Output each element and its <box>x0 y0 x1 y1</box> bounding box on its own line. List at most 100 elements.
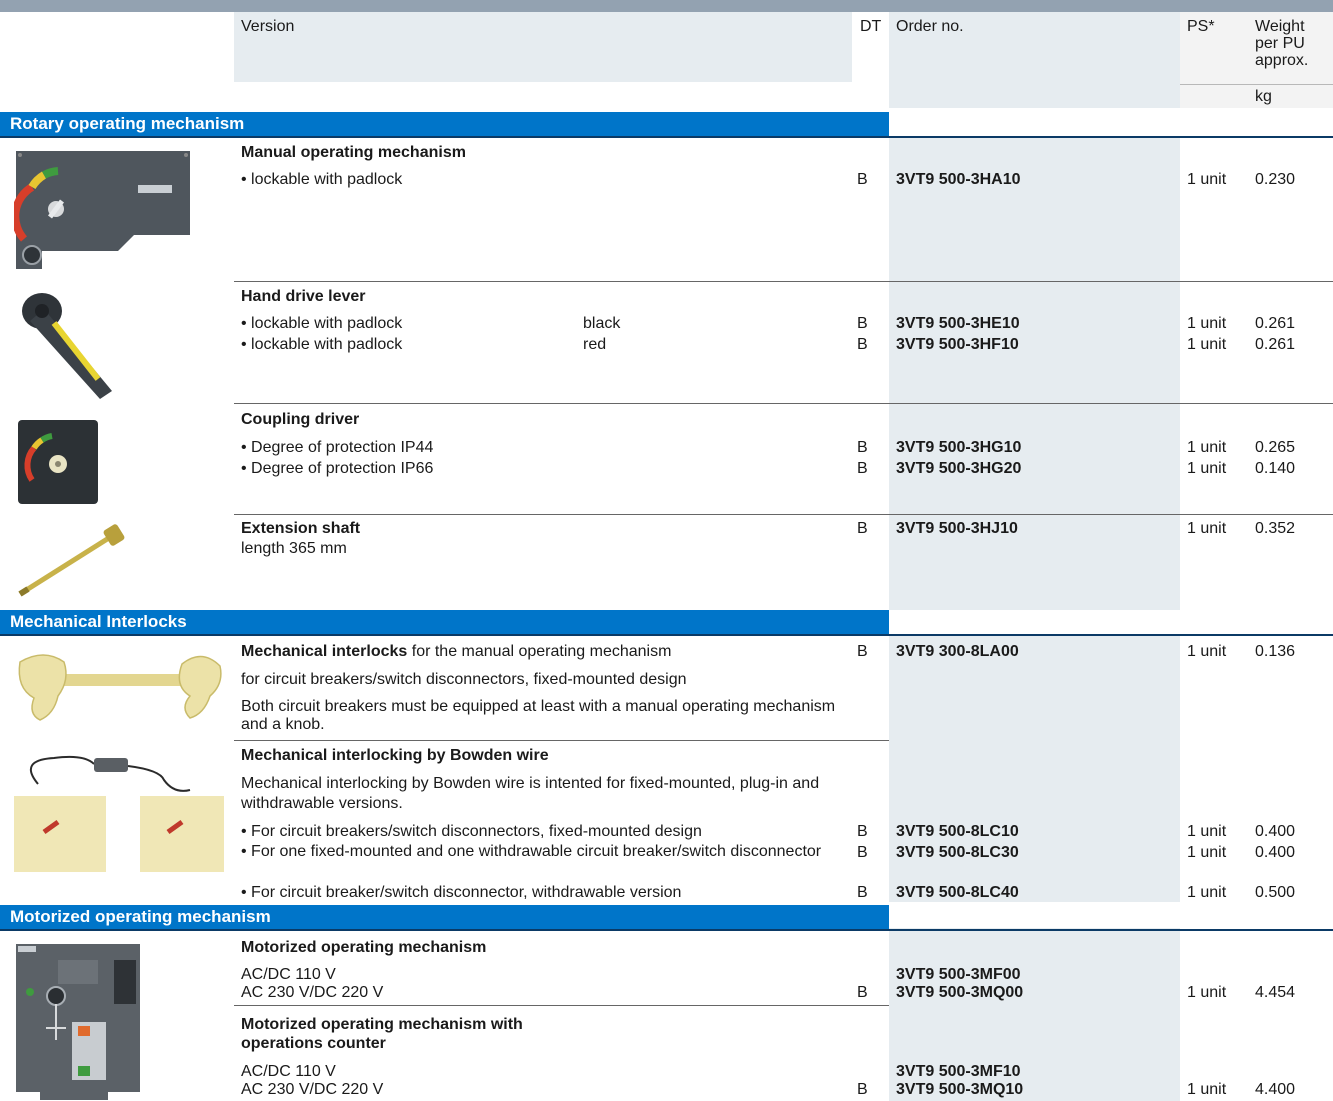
row-divider <box>234 403 1333 404</box>
row-divider <box>234 740 889 741</box>
packaging-size: 1 unit <box>1187 520 1227 537</box>
order-number: 3VT9 500-3HG10 <box>896 439 1022 456</box>
hand-drive-lever-image <box>22 293 112 399</box>
column-header-order-no: Order no. <box>896 18 964 35</box>
product-title: Mechanical interlocks <box>241 643 408 660</box>
product-desc: • For circuit breaker/switch disconnecto… <box>241 884 682 901</box>
manual-operating-mechanism-image <box>14 151 190 269</box>
packaging-size: 1 unit <box>1187 884 1227 901</box>
extension-shaft-image <box>18 524 125 597</box>
product-desc: • Degree of protection IP66 <box>241 460 434 477</box>
order-number: 3VT9 500-8LC10 <box>896 823 1019 840</box>
weight: 0.400 <box>1255 844 1296 861</box>
weight: 0.140 <box>1255 460 1296 477</box>
packaging-size: 1 unit <box>1187 460 1227 477</box>
product-desc: • lockable with padlock <box>241 171 403 188</box>
product-note: Both circuit breakers must be equipped a… <box>241 698 836 733</box>
packaging-size: 1 unit <box>1187 643 1227 660</box>
column-header-weight-1: Weight <box>1255 18 1305 35</box>
product-dt: B <box>857 1081 868 1098</box>
product-title: Hand drive lever <box>241 288 366 305</box>
product-dt: B <box>857 460 868 477</box>
product-dt: B <box>857 439 868 456</box>
order-number: 3VT9 500-8LC40 <box>896 884 1019 901</box>
weight: 0.400 <box>1255 823 1296 840</box>
weight: 0.500 <box>1255 884 1296 901</box>
row-divider <box>234 281 1333 282</box>
product-dt: B <box>857 844 868 861</box>
section-divider <box>0 929 1333 931</box>
order-number: 3VT9 500-3HJ10 <box>896 520 1018 537</box>
weight: 0.261 <box>1255 315 1296 332</box>
product-desc: AC 230 V/DC 220 V <box>241 984 384 1001</box>
order-number: 3VT9 500-3HF10 <box>896 336 1019 353</box>
weight: 0.352 <box>1255 520 1296 537</box>
column-header-version: Version <box>241 18 295 35</box>
order-number: 3VT9 500-8LC30 <box>896 844 1019 861</box>
weight: 4.454 <box>1255 984 1296 1001</box>
product-title: Motorized operating mechanism with opera… <box>241 1016 523 1052</box>
column-header-weight-unit: kg <box>1255 88 1272 105</box>
product-title: Mechanical interlocking by Bowden wire <box>241 747 549 764</box>
product-title: Motorized operating mechanism <box>241 939 487 956</box>
product-dt: B <box>857 315 868 332</box>
section-divider <box>0 634 1333 636</box>
product-desc: • For one fixed-mounted and one withdraw… <box>241 843 822 860</box>
packaging-size: 1 unit <box>1187 336 1227 353</box>
product-desc: AC/DC 110 V <box>241 966 336 983</box>
product-dt: B <box>857 643 868 660</box>
section-header-motorized: Motorized operating mechanism <box>0 905 889 929</box>
packaging-size: 1 unit <box>1187 844 1227 861</box>
product-title-line: Mechanical interlocks for the manual ope… <box>241 642 671 662</box>
product-title: Extension shaft <box>241 520 361 537</box>
packaging-size: 1 unit <box>1187 823 1227 840</box>
bowden-wire-image <box>14 755 224 872</box>
packaging-size: 1 unit <box>1187 1081 1227 1098</box>
section-header-interlocks: Mechanical Interlocks <box>0 610 889 634</box>
weight: 0.230 <box>1255 171 1296 188</box>
order-number: 3VT9 500-3MF10 <box>896 1063 1021 1080</box>
column-header-ps: PS* <box>1187 18 1215 35</box>
product-desc: AC 230 V/DC 220 V <box>241 1081 384 1098</box>
order-number: 3VT9 500-3MQ00 <box>896 984 1024 1001</box>
weight: 0.136 <box>1255 643 1296 660</box>
product-dt: B <box>857 823 868 840</box>
order-number: 3VT9 500-3HE10 <box>896 315 1020 332</box>
product-dt: B <box>857 984 868 1001</box>
order-number: 3VT9 500-3MF00 <box>896 966 1021 983</box>
order-column-bg <box>889 138 1180 610</box>
motorized-mechanism-image <box>16 944 140 1100</box>
order-number: 3VT9 500-3MQ10 <box>896 1081 1024 1098</box>
product-desc: • lockable with padlock <box>241 315 403 332</box>
product-color: black <box>583 315 621 332</box>
product-dt: B <box>857 336 868 353</box>
product-desc: for circuit breakers/switch disconnector… <box>241 671 687 688</box>
weight: 0.265 <box>1255 439 1296 456</box>
row-divider <box>234 1005 889 1006</box>
section-header-rotary: Rotary operating mechanism <box>0 112 889 136</box>
product-dt: B <box>857 171 868 188</box>
product-title-rest: for the manual operating mechanism <box>407 643 672 660</box>
product-desc: • Degree of protection IP44 <box>241 439 434 456</box>
order-number: 3VT9 500-3HG20 <box>896 460 1022 477</box>
packaging-size: 1 unit <box>1187 315 1227 332</box>
section-divider <box>0 136 1333 138</box>
order-number: 3VT9 500-3HA10 <box>896 171 1021 188</box>
header-version-cell <box>234 12 852 82</box>
packaging-size: 1 unit <box>1187 984 1227 1001</box>
product-color: red <box>583 336 607 353</box>
column-header-weight-3: approx. <box>1255 52 1309 69</box>
product-dt: B <box>857 520 868 537</box>
product-desc: • For circuit breakers/switch disconnect… <box>241 823 702 840</box>
product-dt: B <box>857 884 868 901</box>
product-title: Manual operating mechanism <box>241 144 466 161</box>
order-number: 3VT9 300-8LA00 <box>896 643 1019 660</box>
column-header-weight-2: per PU <box>1255 35 1305 52</box>
header-unit-divider <box>1180 84 1333 85</box>
mechanical-interlock-image <box>18 654 222 721</box>
top-bar <box>0 0 1333 12</box>
product-desc: • lockable with padlock <box>241 336 403 353</box>
product-intro: Mechanical interlocking by Bowden wire i… <box>241 775 820 812</box>
row-divider <box>234 514 1333 515</box>
weight: 0.261 <box>1255 336 1296 353</box>
